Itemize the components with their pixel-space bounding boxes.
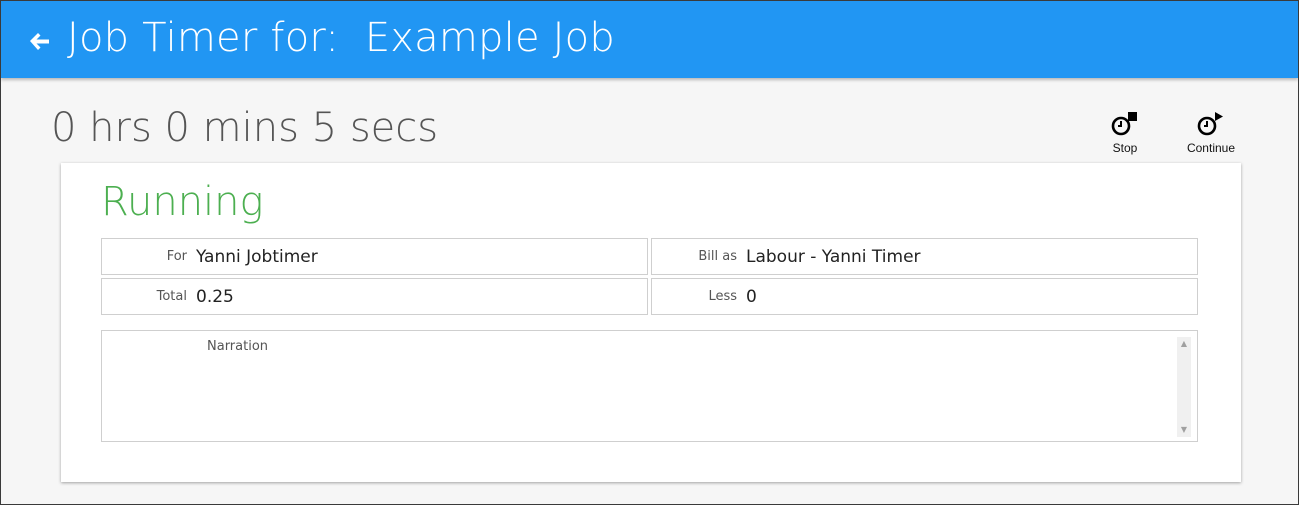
- page-title: Job Timer for: Example Job: [67, 15, 615, 61]
- status-text: Running: [101, 179, 264, 225]
- less-label: Less: [708, 289, 737, 304]
- app-window: Job Timer for: Example Job 0 hrs 0 mins …: [0, 0, 1299, 505]
- continue-label: Continue: [1186, 141, 1236, 155]
- scroll-down-arrow-icon[interactable]: ▼: [1177, 423, 1191, 437]
- continue-button[interactable]: Continue: [1176, 111, 1246, 155]
- total-field[interactable]: Total 0.25: [101, 278, 648, 315]
- bill-as-value[interactable]: Labour - Yanni Timer: [746, 247, 921, 267]
- total-label: Total: [156, 289, 187, 304]
- elapsed-time: 0 hrs 0 mins 5 secs: [51, 105, 439, 151]
- stop-button[interactable]: Stop: [1090, 111, 1160, 155]
- timer-card: Running For Yanni Jobtimer Bill as Labou…: [61, 163, 1241, 482]
- bill-as-label: Bill as: [698, 249, 737, 264]
- less-value[interactable]: 0: [746, 287, 757, 307]
- for-field[interactable]: For Yanni Jobtimer: [101, 238, 648, 275]
- scroll-up-arrow-icon[interactable]: ▲: [1177, 337, 1191, 351]
- narration-label: Narration: [207, 339, 269, 354]
- stop-label: Stop: [1112, 141, 1138, 155]
- arrow-left-icon[interactable]: [25, 27, 55, 57]
- narration-textarea[interactable]: Narration ▲ ▼: [101, 330, 1198, 442]
- bill-as-field[interactable]: Bill as Labour - Yanni Timer: [651, 238, 1198, 275]
- for-value[interactable]: Yanni Jobtimer: [196, 247, 318, 267]
- clock-stop-icon: [1111, 112, 1137, 136]
- clock-play-icon: [1197, 112, 1223, 136]
- less-field[interactable]: Less 0: [651, 278, 1198, 315]
- header-bar: Job Timer for: Example Job: [1, 1, 1298, 78]
- narration-scrollbar[interactable]: ▲ ▼: [1177, 337, 1191, 437]
- total-value[interactable]: 0.25: [196, 287, 234, 307]
- for-label: For: [166, 249, 187, 264]
- back-button[interactable]: [25, 27, 55, 57]
